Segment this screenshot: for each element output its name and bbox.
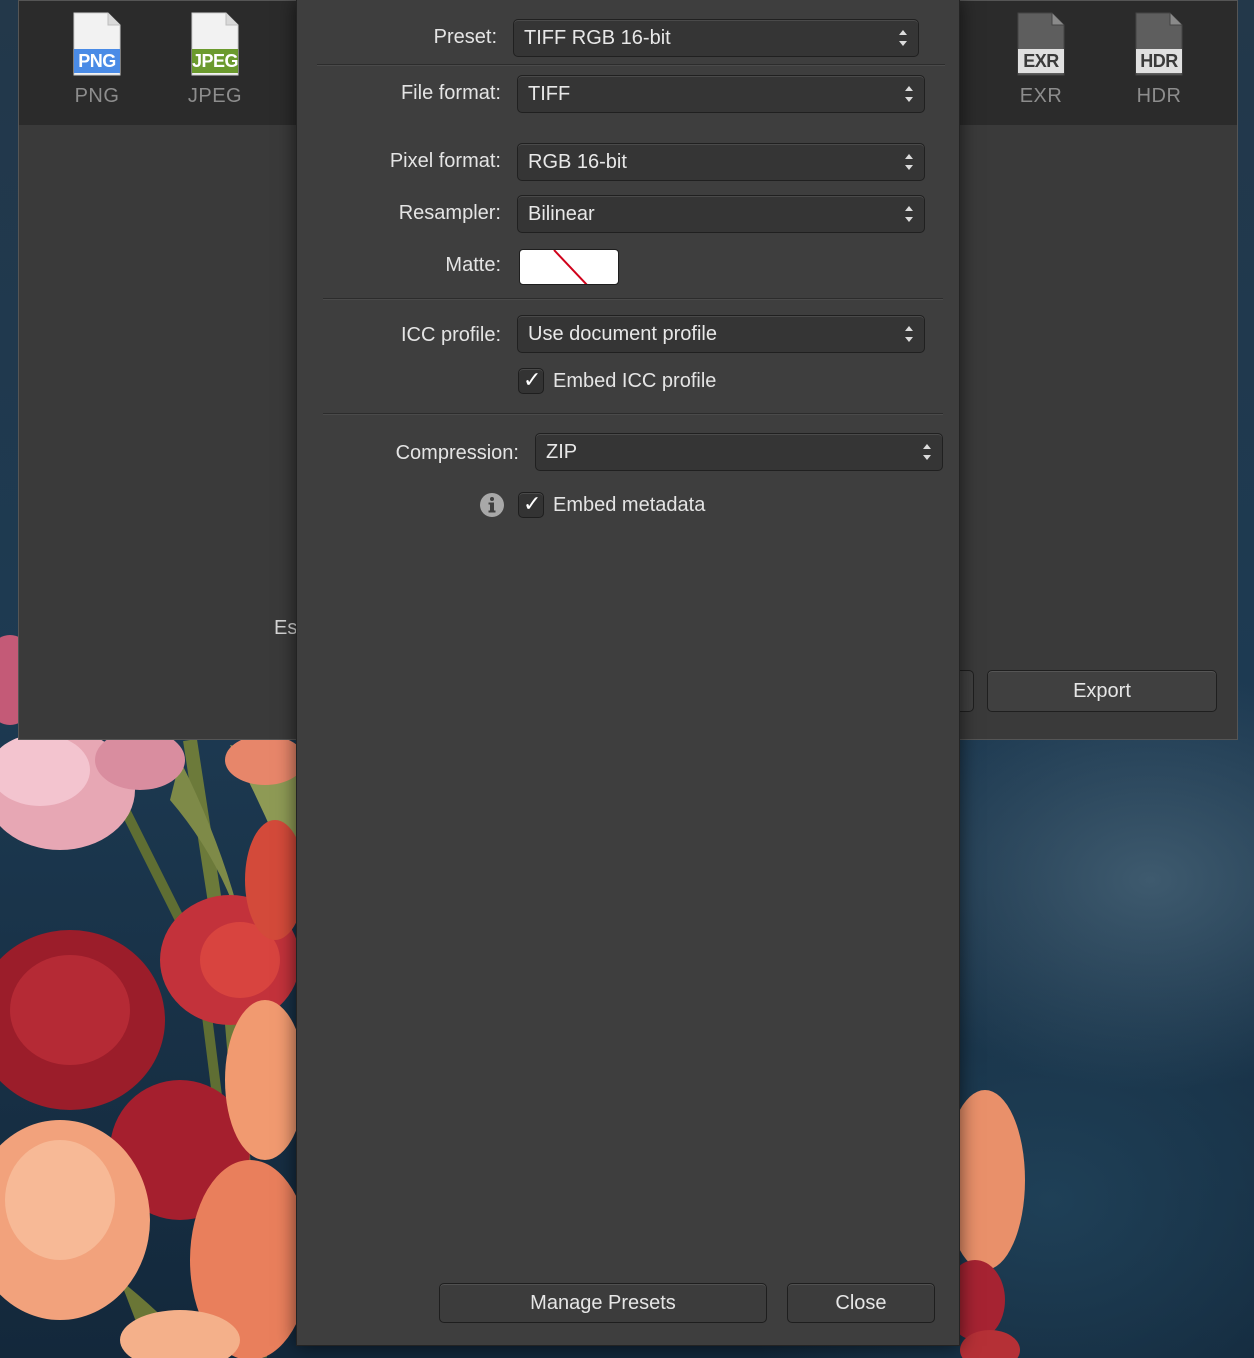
file-format-value: TIFF [528, 83, 571, 105]
pixel-format-popup[interactable]: RGB 16-bit [517, 143, 925, 181]
pixel-format-label: Pixel format: [389, 150, 501, 172]
info-icon[interactable] [479, 492, 505, 518]
export-button[interactable]: Export [987, 670, 1217, 712]
resampler-popup[interactable]: Bilinear [517, 195, 925, 233]
format-png-button[interactable]: PNG PNG [57, 11, 137, 108]
preset-label: Preset: [433, 26, 497, 48]
export-settings-panel: Preset: TIFF RGB 16-bit File format: TIF… [296, 0, 960, 1346]
preset-popup[interactable]: TIFF RGB 16-bit [513, 19, 919, 57]
matte-color-swatch[interactable] [519, 249, 619, 285]
close-button[interactable]: Close [787, 1283, 935, 1323]
up-down-arrows-icon [899, 30, 907, 46]
format-name: PNG [74, 85, 120, 107]
format-jpeg-button[interactable]: JPEG JPEG [175, 11, 255, 108]
up-down-arrows-icon [905, 86, 913, 102]
png-file-icon: PNG [72, 11, 122, 77]
icc-profile-value: Use document profile [528, 323, 717, 345]
format-badge: HDR [1136, 49, 1182, 73]
format-badge: PNG [74, 49, 120, 73]
embed-metadata-label: Embed metadata [553, 494, 706, 516]
section-divider [323, 413, 943, 415]
icc-profile-popup[interactable]: Use document profile [517, 315, 925, 353]
embed-icc-checkbox[interactable]: ✓ [518, 367, 544, 394]
format-hdr-button[interactable]: HDR HDR [1119, 11, 1199, 108]
compression-popup[interactable]: ZIP [535, 433, 943, 471]
up-down-arrows-icon [905, 326, 913, 342]
compression-value: ZIP [546, 441, 578, 463]
format-name: JPEG [187, 85, 243, 107]
format-badge: JPEG [192, 49, 239, 73]
checkmark-icon: ✓ [523, 367, 542, 392]
up-down-arrows-icon [905, 154, 913, 170]
checkmark-icon: ✓ [523, 491, 542, 516]
resampler-value: Bilinear [528, 203, 595, 225]
icc-profile-label: ICC profile: [400, 324, 501, 346]
section-divider [317, 64, 945, 66]
format-exr-button[interactable]: EXR EXR [1001, 11, 1081, 108]
hdr-file-icon: HDR [1134, 11, 1184, 77]
matte-label: Matte: [445, 254, 501, 276]
up-down-arrows-icon [905, 206, 913, 222]
format-name: EXR [1019, 85, 1063, 107]
exr-file-icon: EXR [1016, 11, 1066, 77]
no-color-slash-icon [553, 250, 588, 284]
resampler-label: Resampler: [398, 202, 501, 224]
file-format-popup[interactable]: TIFF [517, 75, 925, 113]
up-down-arrows-icon [923, 444, 931, 460]
section-divider [323, 298, 943, 300]
manage-presets-button[interactable]: Manage Presets [439, 1283, 767, 1323]
format-name: HDR [1136, 85, 1182, 107]
embed-metadata-checkbox[interactable]: ✓ [518, 491, 544, 518]
format-badge: EXR [1018, 49, 1064, 73]
jpeg-file-icon: JPEG [190, 11, 240, 77]
preset-value: TIFF RGB 16-bit [524, 27, 671, 49]
pixel-format-value: RGB 16-bit [528, 151, 627, 173]
file-format-label: File format: [400, 82, 501, 104]
embed-icc-label: Embed ICC profile [553, 370, 717, 392]
compression-label: Compression: [395, 442, 519, 464]
partial-label-text: Es [274, 617, 298, 639]
